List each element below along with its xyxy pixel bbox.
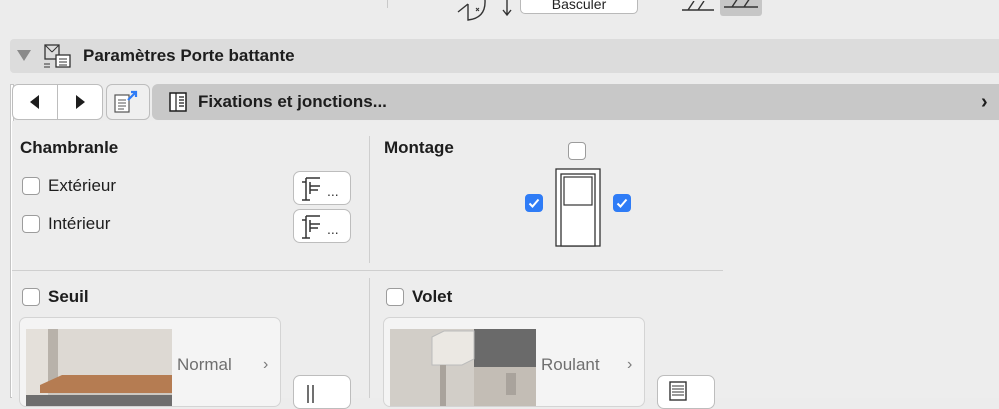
chevron-right-icon: ›	[263, 356, 269, 373]
wall-section-icon[interactable]	[680, 0, 716, 12]
upload-icon	[114, 90, 138, 113]
chevron-right-icon: ›	[627, 356, 633, 373]
seuil-value: Normal	[177, 355, 232, 374]
wall-section-selected-icon[interactable]	[720, 0, 762, 16]
flip-button[interactable]: Basculer	[520, 0, 638, 14]
next-page-button[interactable]	[57, 84, 103, 120]
chevron-right-icon: ›	[981, 91, 988, 113]
montage-left-checkbox[interactable]	[525, 194, 543, 212]
toolbar-divider	[387, 0, 388, 8]
panel-icon	[167, 91, 189, 113]
page-settings-button[interactable]	[106, 84, 150, 120]
volet-options-button[interactable]	[657, 375, 715, 409]
section-title: Paramètres Porte battante	[83, 46, 295, 65]
seuil-options-button[interactable]	[293, 375, 351, 409]
montage-right-checkbox[interactable]	[613, 194, 631, 212]
checkmark-icon	[528, 198, 540, 208]
chevron-left-icon	[30, 95, 39, 109]
vertical-divider	[369, 278, 370, 398]
volet-style-card[interactable]: Roulant ›	[383, 317, 645, 407]
montage-title: Montage	[384, 138, 454, 157]
volet-checkbox[interactable]	[386, 288, 404, 306]
frame-profile-icon	[302, 177, 320, 201]
shutter-preview-icon	[390, 329, 536, 406]
volet-value: Roulant	[541, 355, 600, 374]
disclosure-triangle-icon[interactable]	[17, 50, 31, 61]
window-door-settings-icon	[42, 42, 74, 70]
montage-top-checkbox[interactable]	[568, 142, 586, 160]
threshold-icon	[307, 385, 314, 403]
more-dots: ...	[327, 183, 339, 199]
door-swing-icon	[452, 0, 492, 22]
interieur-label: Intérieur	[48, 214, 111, 233]
checkmark-icon	[616, 198, 628, 208]
vertical-divider	[369, 136, 370, 263]
exterieur-checkbox[interactable]	[22, 177, 40, 195]
frame-profile-icon	[302, 215, 320, 239]
volet-title: Volet	[412, 287, 453, 306]
seuil-checkbox[interactable]	[22, 288, 40, 306]
more-dots: ...	[327, 221, 339, 237]
exterieur-frame-button[interactable]: ...	[293, 171, 351, 205]
arrow-icons	[500, 0, 514, 18]
list-icon	[669, 381, 687, 401]
seuil-style-card[interactable]: Normal ›	[19, 317, 281, 407]
seuil-title: Seuil	[48, 287, 89, 306]
interieur-frame-button[interactable]: ...	[293, 209, 351, 243]
page-title: Fixations et jonctions...	[198, 92, 387, 111]
exterieur-label: Extérieur	[48, 176, 117, 195]
threshold-preview-icon	[26, 329, 172, 406]
interieur-checkbox[interactable]	[22, 215, 40, 233]
door-preview-icon	[554, 168, 602, 248]
chambranle-title: Chambranle	[20, 138, 119, 157]
chevron-right-icon	[76, 95, 85, 109]
previous-page-button[interactable]	[12, 84, 58, 120]
horizontal-divider	[12, 270, 723, 271]
